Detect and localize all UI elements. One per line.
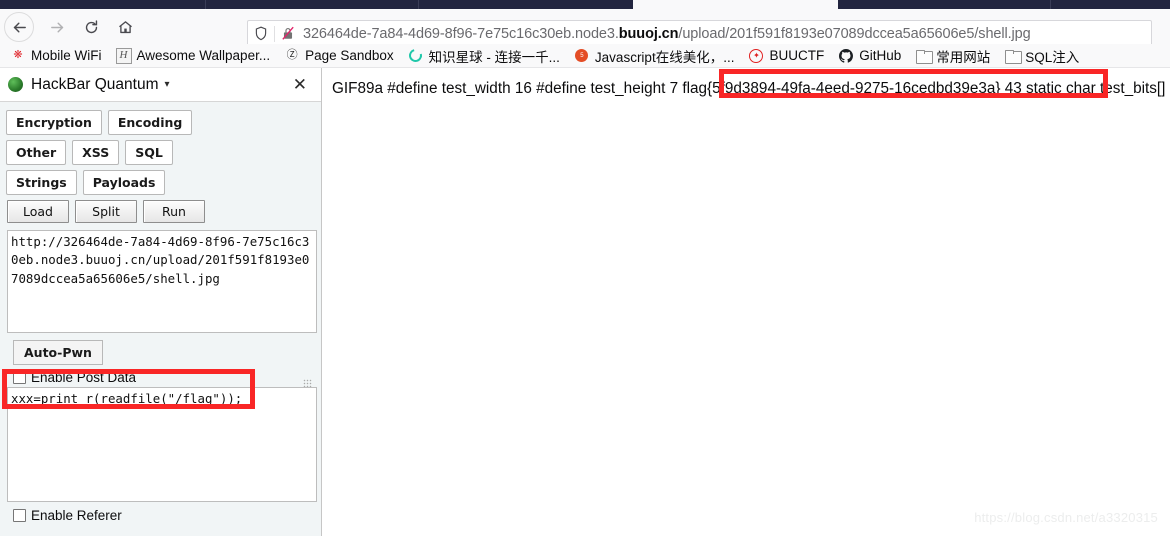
tab-divider — [1050, 0, 1051, 9]
reload-button[interactable] — [76, 13, 106, 41]
split-button[interactable]: Split — [75, 200, 137, 223]
enable-referer-label: Enable Referer — [31, 508, 122, 523]
broken-lock-icon[interactable] — [275, 26, 301, 41]
menu-payloads[interactable]: Payloads — [82, 170, 166, 195]
menu-xss[interactable]: XSS — [72, 140, 120, 165]
enable-referer-row[interactable]: Enable Referer — [6, 508, 315, 523]
tab-strip — [0, 0, 1170, 9]
bookmark-label: Mobile WiFi — [31, 48, 102, 63]
menu-encoding[interactable]: Encoding — [107, 110, 193, 135]
hackbar-panel: HackBar Quantum ▾ ✕ Encryption Encoding … — [0, 68, 322, 536]
reload-icon — [85, 19, 97, 33]
teal-ring-icon — [406, 46, 425, 65]
csdn-watermark: https://blog.csdn.net/a3320315 — [974, 510, 1158, 525]
enable-referer-checkbox[interactable] — [13, 509, 26, 522]
page-body-text: GIF89a #define test_width 16 #define tes… — [332, 80, 1170, 97]
forward-button[interactable] — [42, 13, 72, 41]
menu-sql[interactable]: SQL — [125, 140, 173, 165]
html5-icon: 5 — [574, 48, 590, 64]
url-path: /upload/201f591f8193e07089dccea5a65606e5… — [678, 25, 1031, 42]
page-content: GIF89a #define test_width 16 #define tes… — [323, 68, 1170, 536]
bookmark-label: Javascript在线美化，... — [594, 49, 735, 65]
bookmark-label: SQL注入 — [1025, 49, 1080, 65]
home-icon — [118, 20, 132, 33]
close-icon[interactable]: ✕ — [287, 76, 313, 93]
active-tab[interactable] — [633, 0, 838, 9]
enable-post-data-checkbox[interactable] — [13, 371, 26, 384]
menu-other[interactable]: Other — [6, 140, 67, 165]
globe-icon: Ⓩ — [286, 49, 298, 61]
url-domain: buuoj.cn — [618, 25, 679, 42]
bookmark-label: BUUCTF — [769, 48, 825, 63]
hackbar-menu-row-2: Other XSS SQL — [6, 140, 315, 165]
address-bar[interactable]: 326464de-7a84-4d69-8f96-7e75c16c30eb.nod… — [247, 20, 1152, 47]
bookmark-label: 知识星球 - 连接一千... — [428, 49, 560, 65]
enable-post-data-label: Enable Post Data — [31, 370, 137, 385]
hackbar-menu-row-3: Strings Payloads — [6, 170, 315, 195]
browser-window: 326464de-7a84-4d69-8f96-7e75c16c30eb.nod… — [0, 0, 1170, 536]
bookmark-mobile-wifi[interactable]: ❋ Mobile WiFi — [4, 45, 108, 67]
load-button[interactable]: Load — [7, 200, 69, 223]
back-button[interactable] — [4, 13, 34, 41]
tab-divider — [418, 0, 419, 9]
shield-icon[interactable] — [248, 26, 274, 41]
bookmark-folder-common-sites[interactable]: 常用网站 — [909, 45, 996, 67]
folder-icon — [915, 48, 933, 64]
home-button[interactable] — [110, 13, 140, 41]
bookmark-awesome-wallpaper[interactable]: H Awesome Wallpaper... — [110, 45, 277, 67]
bookmark-label: 常用网站 — [936, 49, 991, 65]
post-data-input[interactable]: xxx=print_r(readfile("/flag")); — [7, 387, 317, 502]
hackbar-body: Encryption Encoding Other XSS SQL String… — [0, 102, 321, 523]
back-arrow-icon — [13, 22, 26, 32]
menu-encryption[interactable]: Encryption — [6, 110, 102, 135]
bookmark-github[interactable]: GitHub — [832, 45, 907, 67]
enable-post-data-row[interactable]: Enable Post Data — [6, 370, 315, 385]
forward-arrow-icon — [50, 22, 63, 32]
script-h-icon: H — [115, 47, 132, 64]
hackbar-title: HackBar Quantum — [31, 75, 159, 93]
menu-strings[interactable]: Strings — [6, 170, 77, 195]
chevron-down-icon[interactable]: ▾ — [165, 79, 170, 90]
bookmark-label: GitHub — [859, 48, 902, 63]
huawei-flower-icon: ❋ — [13, 49, 23, 61]
hackbar-green-orb-icon — [8, 77, 23, 92]
tab-divider — [205, 0, 206, 9]
bookmark-zhishixingqiu[interactable]: 知识星球 - 连接一千... — [402, 45, 566, 67]
hackbar-action-row: Load Split Run — [6, 200, 315, 223]
bookmark-page-sandbox[interactable]: Ⓩ Page Sandbox — [278, 45, 400, 67]
hackbar-menu-row-1: Encryption Encoding — [6, 110, 315, 135]
folder-icon — [1004, 48, 1022, 64]
navigation-toolbar: 326464de-7a84-4d69-8f96-7e75c16c30eb.nod… — [0, 9, 1170, 47]
github-cat-icon — [838, 48, 854, 64]
url-input[interactable]: http://326464de-7a84-4d69-8f96-7e75c16c3… — [7, 230, 317, 333]
run-button[interactable]: Run — [143, 200, 205, 223]
auto-pwn-button[interactable]: Auto-Pwn — [13, 340, 103, 365]
bookmark-folder-sql-injection[interactable]: SQL注入 — [998, 45, 1085, 67]
bookmark-label: Awesome Wallpaper... — [136, 48, 271, 63]
buuctf-shield-icon: ✦ — [748, 48, 764, 64]
bookmark-javascript-beautify[interactable]: 5 Javascript在线美化，... — [568, 45, 741, 67]
bookmark-label: Page Sandbox — [305, 48, 394, 63]
bookmark-buuctf[interactable]: ✦ BUUCTF — [742, 45, 830, 67]
url-text[interactable]: 326464de-7a84-4d69-8f96-7e75c16c30eb.nod… — [301, 26, 1151, 42]
hackbar-header: HackBar Quantum ▾ ✕ — [0, 68, 321, 102]
bookmarks-bar: ❋ Mobile WiFi H Awesome Wallpaper... Ⓩ P… — [0, 44, 1170, 68]
url-prefix: 326464de-7a84-4d69-8f96-7e75c16c30eb.nod… — [303, 25, 619, 42]
